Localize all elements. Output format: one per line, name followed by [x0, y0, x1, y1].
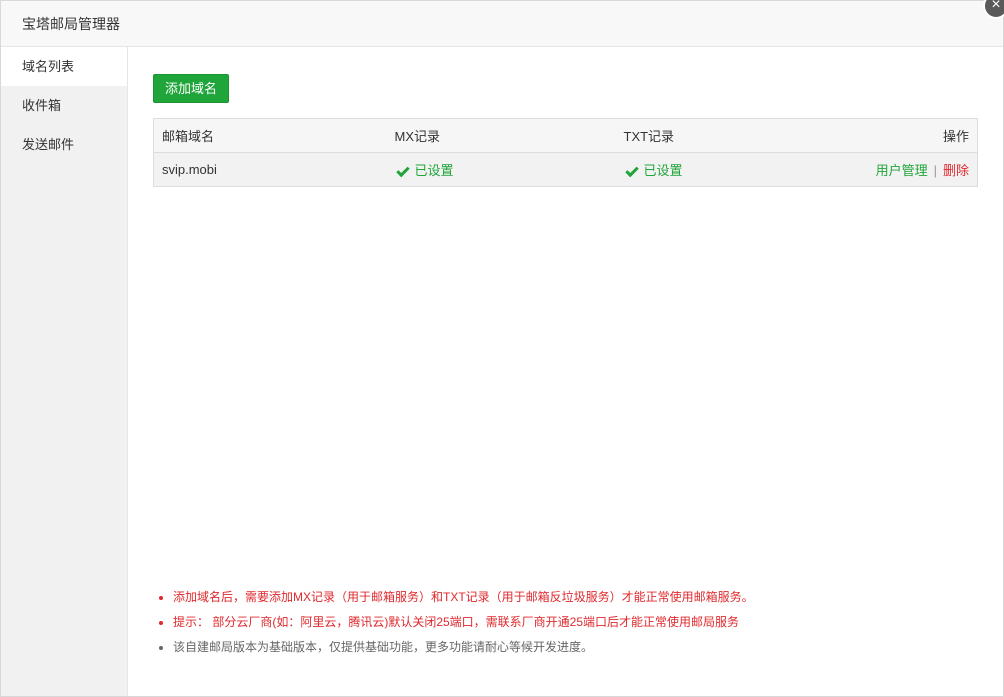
delete-link[interactable]: 删除	[943, 163, 969, 178]
txt-status-text: 已设置	[643, 163, 683, 178]
table-row: svip.mobi 已设置 已设置 用户管理 | 删除	[153, 152, 978, 187]
mx-status-cell: 已设置	[387, 153, 616, 187]
dialog-title: 宝塔邮局管理器	[22, 15, 120, 32]
check-icon	[395, 163, 410, 177]
mx-status-text: 已设置	[414, 163, 454, 178]
note-item: 提示： 部分云厂商(如：阿里云，腾讯云)默认关闭25端口，需联系厂商开通25端口…	[173, 610, 754, 635]
column-header-txt: TXT记录	[623, 129, 675, 144]
domain-cell: svip.mobi	[162, 162, 217, 177]
add-domain-button[interactable]: 添加域名	[153, 74, 230, 103]
dialog-header: 宝塔邮局管理器	[1, 1, 1003, 47]
actions-cell: 用户管理 | 删除	[816, 153, 978, 187]
mail-manager-dialog: 宝塔邮局管理器 × 域名列表 收件箱 发送邮件 添加域名 邮箱域名 MX记录 T…	[0, 0, 1004, 697]
txt-status-cell: 已设置	[616, 153, 816, 187]
column-header-mx: MX记录	[394, 129, 441, 144]
sidebar-item-domain-list[interactable]: 域名列表	[1, 47, 127, 86]
user-management-link[interactable]: 用户管理	[876, 163, 928, 178]
domain-table: 邮箱域名 MX记录 TXT记录 操作 svip.mobi 已设置 已设置 用户管…	[153, 118, 978, 187]
table-header-row: 邮箱域名 MX记录 TXT记录 操作	[153, 118, 978, 153]
notes-list: 添加域名后，需要添加MX记录（用于邮箱服务）和TXT记录（用于邮箱反垃圾服务）才…	[173, 585, 754, 660]
column-header-actions: 操作	[942, 129, 969, 144]
check-icon	[624, 163, 639, 177]
note-item: 该自建邮局版本为基础版本，仅提供基础功能，更多功能请耐心等候开发进度。	[173, 635, 754, 660]
sidebar-item-label: 发送邮件	[22, 137, 75, 152]
sidebar-item-label: 域名列表	[22, 59, 75, 74]
main-content: 添加域名 邮箱域名 MX记录 TXT记录 操作 svip.mobi 已设置 已设…	[153, 47, 978, 696]
column-header-domain: 邮箱域名	[162, 129, 215, 144]
note-item: 添加域名后，需要添加MX记录（用于邮箱服务）和TXT记录（用于邮箱反垃圾服务）才…	[173, 585, 754, 610]
sidebar-item-send-mail[interactable]: 发送邮件	[1, 125, 127, 164]
action-separator: |	[933, 163, 937, 178]
sidebar: 域名列表 收件箱 发送邮件	[1, 47, 128, 696]
sidebar-item-label: 收件箱	[22, 98, 62, 113]
sidebar-item-inbox[interactable]: 收件箱	[1, 86, 127, 125]
